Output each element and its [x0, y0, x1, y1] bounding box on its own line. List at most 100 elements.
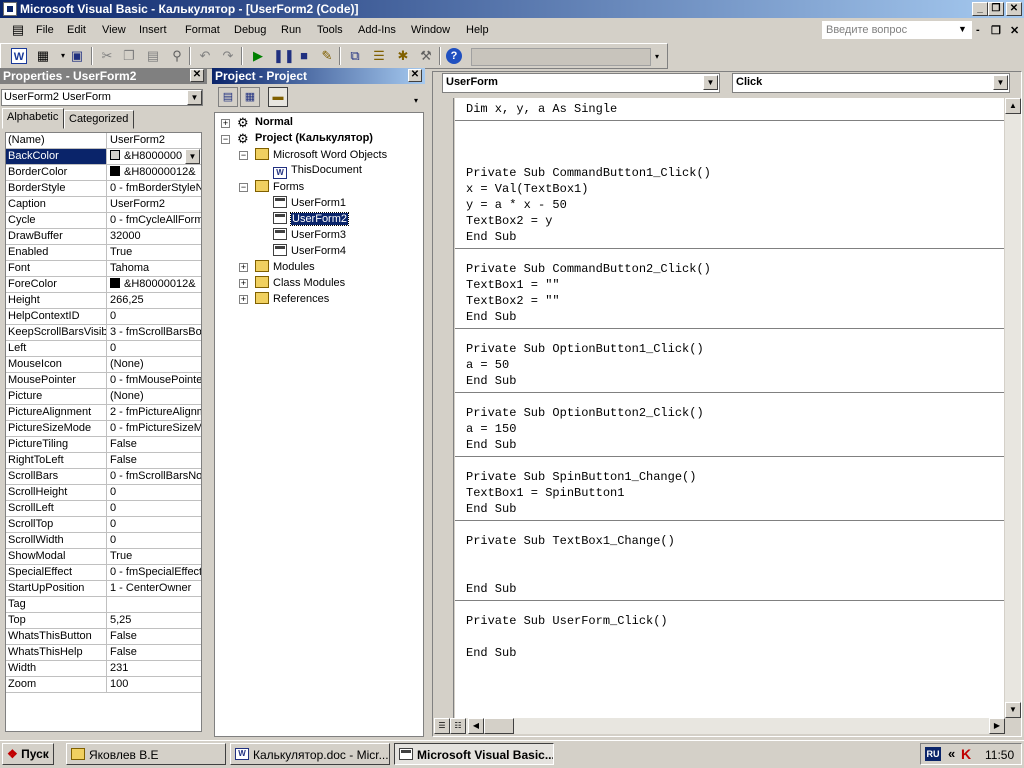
property-name[interactable]: PictureAlignment	[6, 405, 107, 420]
property-name[interactable]: Top	[6, 613, 107, 628]
property-name[interactable]: Enabled	[6, 245, 107, 260]
help-icon[interactable]: ?	[446, 48, 462, 64]
property-name[interactable]: (Name)	[6, 133, 107, 148]
code-line[interactable]: a = 150	[466, 422, 516, 436]
property-value[interactable]: 0 - fmSpecialEffectF	[108, 565, 201, 580]
property-value[interactable]: UserForm2	[108, 197, 201, 212]
property-row[interactable]: Height 266,25	[6, 293, 201, 309]
property-row[interactable]: Top 5,25	[6, 613, 201, 629]
property-value[interactable]	[108, 597, 201, 612]
code-line[interactable]: y = a * x - 50	[466, 198, 567, 212]
save-icon[interactable]: ▣	[69, 48, 85, 64]
object-combo[interactable]: UserForm ▼	[442, 73, 720, 93]
property-value[interactable]: 0 - fmBorderStyleN	[108, 181, 201, 196]
word-icon[interactable]: W	[11, 48, 27, 64]
antivirus-icon[interactable]: K	[961, 746, 971, 762]
property-value[interactable]: True	[108, 549, 201, 564]
code-line[interactable]: Private Sub CommandButton1_Click()	[466, 166, 711, 180]
property-value[interactable]: &H80000012&	[108, 277, 201, 292]
tree-node[interactable]: ⚙ Project (Калькулятор)	[237, 132, 373, 148]
property-row[interactable]: ScrollTop 0	[6, 517, 201, 533]
start-button[interactable]: ❖ Пуск	[2, 743, 54, 765]
code-line[interactable]: End Sub	[466, 582, 516, 596]
tree-node[interactable]: UserForm1	[273, 196, 346, 212]
chevron-down-icon[interactable]: ▾	[414, 96, 418, 105]
scroll-thumb[interactable]	[484, 718, 514, 734]
property-name[interactable]: ScrollLeft	[6, 501, 107, 516]
property-value[interactable]: 0 - fmScrollBarsNor	[108, 469, 201, 484]
code-line[interactable]: TextBox2 = ""	[466, 294, 560, 308]
property-name[interactable]: PictureSizeMode	[6, 421, 107, 436]
property-value[interactable]: 5,25	[108, 613, 201, 628]
menu-window[interactable]: Window	[411, 24, 450, 36]
property-value[interactable]: False	[108, 645, 201, 660]
margin-indicator-bar[interactable]	[434, 98, 454, 718]
menu-run[interactable]: Run	[281, 24, 301, 36]
toolbox-icon[interactable]: ⚒	[418, 48, 434, 64]
redo-icon[interactable]: ↷	[220, 48, 236, 64]
property-row[interactable]: WhatsThisButton False	[6, 629, 201, 645]
property-name[interactable]: StartUpPosition	[6, 581, 107, 596]
language-indicator[interactable]: RU	[925, 747, 941, 761]
property-row[interactable]: KeepScrollBarsVisible 3 - fmScrollBarsBot…	[6, 325, 201, 341]
property-value[interactable]: 0	[108, 517, 201, 532]
code-window-icon[interactable]: ▤	[10, 22, 26, 38]
property-row[interactable]: RightToLeft False	[6, 453, 201, 469]
menu-debug[interactable]: Debug	[234, 24, 266, 36]
scroll-up-icon[interactable]: ▲	[1005, 98, 1021, 114]
clock[interactable]: 11:50	[985, 748, 1014, 762]
property-value[interactable]: 0	[108, 485, 201, 500]
menu-file[interactable]: File	[36, 24, 54, 36]
project-explorer-icon[interactable]: ⧉	[347, 48, 363, 64]
paste-icon[interactable]: ▤	[145, 48, 161, 64]
view-object-icon[interactable]: ▦	[240, 87, 260, 107]
menu-format[interactable]: Format	[185, 24, 220, 36]
menu-tools[interactable]: Tools	[317, 24, 343, 36]
property-name[interactable]: BackColor	[6, 149, 107, 164]
property-row[interactable]: WhatsThisHelp False	[6, 645, 201, 661]
code-line[interactable]: End Sub	[466, 230, 516, 244]
property-row[interactable]: Zoom 100	[6, 677, 201, 693]
property-row[interactable]: Cycle 0 - fmCycleAllForms	[6, 213, 201, 229]
code-line[interactable]: Dim x, y, a As Single	[466, 102, 617, 116]
properties-close-button[interactable]: ✕	[190, 69, 204, 82]
tree-node[interactable]: Class Modules	[255, 276, 345, 292]
vertical-scrollbar[interactable]: ▲ ▼	[1005, 98, 1021, 718]
property-name[interactable]: Left	[6, 341, 107, 356]
tray-expand-icon[interactable]: «	[948, 746, 955, 761]
property-name[interactable]: WhatsThisHelp	[6, 645, 107, 660]
property-name[interactable]: BorderStyle	[6, 181, 107, 196]
code-line[interactable]: End Sub	[466, 310, 516, 324]
property-row[interactable]: Picture (None)	[6, 389, 201, 405]
procedure-combo[interactable]: Click ▼	[732, 73, 1010, 93]
view-code-icon[interactable]: ▤	[218, 87, 238, 107]
property-name[interactable]: Picture	[6, 389, 107, 404]
property-name[interactable]: PictureTiling	[6, 437, 107, 452]
properties-icon[interactable]: ☰	[371, 48, 387, 64]
property-name[interactable]: MousePointer	[6, 373, 107, 388]
code-line[interactable]: Private Sub OptionButton1_Click()	[466, 342, 704, 356]
vba-app-icon[interactable]	[3, 2, 17, 16]
property-name[interactable]: ForeColor	[6, 277, 107, 292]
tree-node[interactable]: UserForm3	[273, 228, 346, 244]
code-line[interactable]: x = Val(TextBox1)	[466, 182, 588, 196]
property-name[interactable]: ScrollBars	[6, 469, 107, 484]
property-row[interactable]: ForeColor &H80000012&	[6, 277, 201, 293]
tree-node[interactable]: W ThisDocument	[273, 164, 362, 180]
property-row[interactable]: Left 0	[6, 341, 201, 357]
insert-form-icon[interactable]: ▦	[35, 48, 51, 64]
menu-insert[interactable]: Insert	[139, 24, 167, 36]
property-row[interactable]: (Name) UserForm2	[6, 133, 201, 149]
property-row[interactable]: Font Tahoma	[6, 261, 201, 277]
chevron-down-icon[interactable]: ▼	[958, 24, 967, 34]
object-browser-icon[interactable]: ✱	[395, 48, 411, 64]
property-row[interactable]: ScrollLeft 0	[6, 501, 201, 517]
property-row[interactable]: PictureTiling False	[6, 437, 201, 453]
tab-alphabetic[interactable]: Alphabetic	[2, 108, 64, 129]
property-value[interactable]: 0 - fmMousePointer	[108, 373, 201, 388]
property-row[interactable]: MousePointer 0 - fmMousePointer	[6, 373, 201, 389]
mdi-minimize-button[interactable]: -	[976, 24, 980, 36]
code-editor[interactable]: Dim x, y, a As Single Private Sub Command…	[455, 98, 1004, 718]
code-line[interactable]: TextBox1 = ""	[466, 278, 560, 292]
property-name[interactable]: HelpContextID	[6, 309, 107, 324]
